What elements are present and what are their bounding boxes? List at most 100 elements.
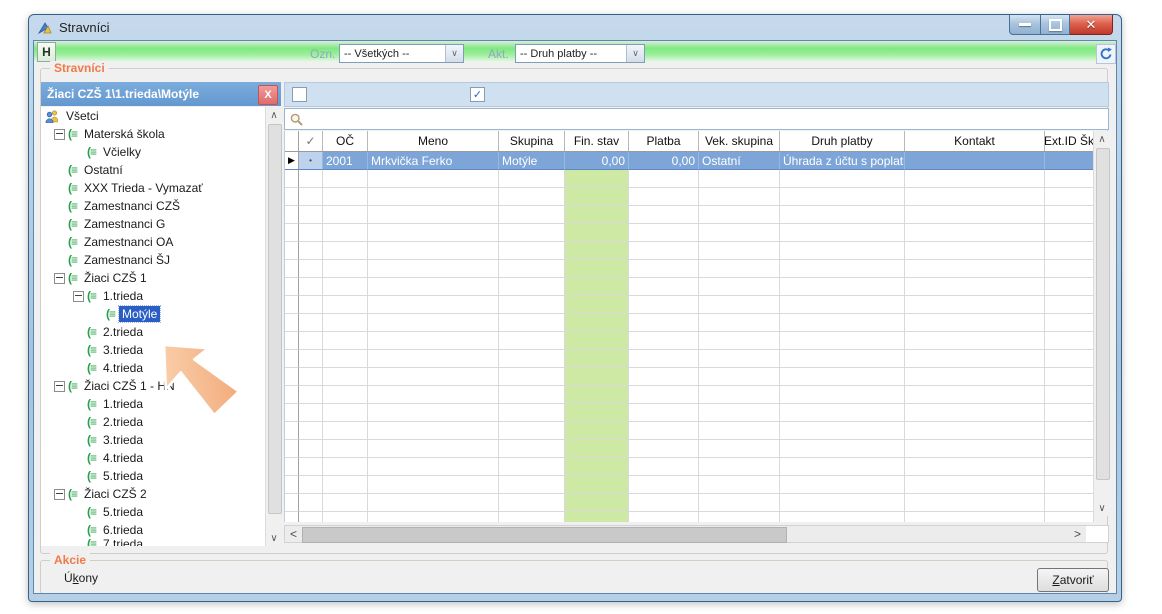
tree-item-label[interactable]: Zamestnanci G: [81, 216, 168, 232]
tree-item-2-trieda[interactable]: (≡2.trieda: [41, 323, 281, 341]
tree-item-label[interactable]: Žiaci CZŠ 2: [81, 486, 150, 502]
tree-item-label[interactable]: Včielky: [100, 144, 144, 160]
column-header-platba[interactable]: Platba: [629, 131, 699, 151]
tree-item-2-trieda[interactable]: (≡2.trieda: [41, 413, 281, 431]
tree-item-5-trieda[interactable]: (≡5.trieda: [41, 467, 281, 485]
column-header-fin_stav[interactable]: Fin. stav: [565, 131, 629, 151]
ukony-menu[interactable]: Úkony: [64, 571, 98, 585]
cell-platba[interactable]: 0,00: [629, 152, 699, 170]
zatvorit-button[interactable]: Zatvoriť: [1037, 568, 1109, 592]
column-header-skupina[interactable]: Skupina: [499, 131, 565, 151]
tree-item-6-trieda[interactable]: (≡6.trieda: [41, 521, 281, 539]
tree-item-label[interactable]: Zamestnanci ŠJ: [81, 252, 173, 268]
cell-vek_skupina[interactable]: Ostatní: [699, 152, 780, 170]
tree-item-ostatn[interactable]: (≡Ostatní: [41, 161, 281, 179]
tree-item-4-trieda[interactable]: (≡4.trieda: [41, 449, 281, 467]
tree-item-label[interactable]: 2.trieda: [100, 414, 146, 430]
tree-item-3-trieda[interactable]: (≡3.trieda: [41, 431, 281, 449]
tree-scroll-down-icon[interactable]: ∨: [266, 530, 282, 546]
tree-item-mot-le[interactable]: (≡Motýle: [41, 305, 281, 323]
table-row[interactable]: ▶•2001Mrkvička FerkoMotýle0,000,00Ostatn…: [285, 152, 1094, 170]
tree-item-label[interactable]: 7.trieda: [100, 539, 146, 546]
column-header-vek_skupina[interactable]: Vek. skupina: [699, 131, 780, 151]
grid-horizontal-scrollbar[interactable]: < >: [284, 525, 1109, 543]
tree-item-zamestnanci-g[interactable]: (≡Zamestnanci G: [41, 215, 281, 233]
tree-item-label[interactable]: Všetci: [63, 108, 102, 124]
tree-collapse-icon[interactable]: [73, 291, 84, 302]
tree-collapse-icon[interactable]: [54, 273, 65, 284]
tree-item-v-ielky[interactable]: (≡Včielky: [41, 143, 281, 161]
tree-item-4-trieda[interactable]: (≡4.trieda: [41, 359, 281, 377]
tree-item-label[interactable]: Zamestnanci CZŠ: [81, 198, 183, 214]
tree-scrollbar[interactable]: ∧ ∨: [265, 107, 282, 546]
payment-type-dropdown[interactable]: -- Druh platby -- ∨: [515, 44, 645, 63]
cell-skupina[interactable]: Motýle: [499, 152, 565, 170]
titlebar[interactable]: Stravníci ✕: [29, 15, 1121, 40]
minimize-button[interactable]: [1009, 15, 1041, 35]
cell-oc[interactable]: 2001: [323, 152, 368, 170]
tree-item-1-trieda[interactable]: (≡1.trieda: [41, 287, 281, 305]
tree-item-label[interactable]: Materská škola: [81, 126, 168, 142]
column-header-ext_id[interactable]: Ext.ID Šk: [1045, 131, 1094, 151]
grid-scroll-down-icon[interactable]: ∨: [1094, 500, 1110, 516]
tree-scroll-thumb[interactable]: [268, 124, 282, 514]
column-header-meno[interactable]: Meno: [368, 131, 499, 151]
grid-scroll-up-icon[interactable]: ∧: [1094, 131, 1110, 147]
grid-vscroll-thumb[interactable]: [1096, 148, 1110, 480]
tree-item-label[interactable]: Žiaci CZŠ 1 - HN: [81, 378, 178, 394]
clear-selection-button[interactable]: X: [258, 85, 278, 105]
tree-item-iaci-cz-1-hn[interactable]: (≡Žiaci CZŠ 1 - HN: [41, 377, 281, 395]
tree-scroll-up-icon[interactable]: ∧: [266, 107, 282, 123]
tree-item-zamestnanci-j[interactable]: (≡Zamestnanci ŠJ: [41, 251, 281, 269]
tree-item-label[interactable]: XXX Trieda - Vymazať: [81, 180, 206, 196]
cell-check[interactable]: •: [299, 152, 323, 170]
cell-marker[interactable]: ▶: [285, 152, 299, 170]
tree-item-label[interactable]: 3.trieda: [100, 342, 146, 358]
cell-meno[interactable]: Mrkvička Ferko: [368, 152, 499, 170]
grid-scroll-left-icon[interactable]: <: [285, 526, 302, 542]
refresh-button[interactable]: [1096, 44, 1116, 64]
column-header-oc[interactable]: OČ: [323, 131, 368, 151]
tree-item-7-trieda[interactable]: (≡7.trieda: [41, 539, 281, 546]
tree-item-1-trieda[interactable]: (≡1.trieda: [41, 395, 281, 413]
tree-item-label[interactable]: 1.trieda: [100, 288, 146, 304]
tree-item-matersk-kola[interactable]: (≡Materská škola: [41, 125, 281, 143]
grid-hscroll-thumb[interactable]: [302, 527, 787, 543]
tree-item-label[interactable]: 1.trieda: [100, 396, 146, 412]
tree-item-label[interactable]: Ostatní: [81, 162, 126, 178]
h-button[interactable]: H: [37, 42, 56, 62]
tree-item-v-etci[interactable]: Všetci: [41, 107, 281, 125]
cell-ext_id[interactable]: [1045, 152, 1094, 170]
column-header-check[interactable]: ✓: [299, 131, 323, 151]
column-header-kontakt[interactable]: Kontakt: [905, 131, 1045, 151]
tree-item-zamestnanci-oa[interactable]: (≡Zamestnanci OA: [41, 233, 281, 251]
tree-item-iaci-cz-1[interactable]: (≡Žiaci CZŠ 1: [41, 269, 281, 287]
tree-item-3-trieda[interactable]: (≡3.trieda: [41, 341, 281, 359]
column-header-druh_platby[interactable]: Druh platby: [780, 131, 905, 151]
tree-item-label[interactable]: Motýle: [119, 306, 160, 322]
cell-kontakt[interactable]: [905, 152, 1045, 170]
ozn-checkbox[interactable]: [292, 87, 307, 102]
akt-checkbox[interactable]: ✓: [470, 87, 485, 102]
tree-item-label[interactable]: 6.trieda: [100, 522, 146, 538]
tree-item-label[interactable]: 4.trieda: [100, 450, 146, 466]
tree-item-label[interactable]: Zamestnanci OA: [81, 234, 176, 250]
grid-scroll-right-icon[interactable]: >: [1069, 526, 1086, 542]
tree-item-label[interactable]: Žiaci CZŠ 1: [81, 270, 150, 286]
search-input[interactable]: [284, 108, 1109, 130]
tree-item-iaci-cz-2[interactable]: (≡Žiaci CZŠ 2: [41, 485, 281, 503]
maximize-button[interactable]: [1041, 15, 1070, 35]
tree-item-xxx-trieda-vymaza[interactable]: (≡XXX Trieda - Vymazať: [41, 179, 281, 197]
chevron-down-icon[interactable]: ∨: [626, 45, 644, 62]
grid-vertical-scrollbar[interactable]: ∧ ∨: [1093, 131, 1110, 516]
tree-item-label[interactable]: 5.trieda: [100, 504, 146, 520]
close-window-button[interactable]: ✕: [1070, 15, 1113, 35]
cell-fin_stav[interactable]: 0,00: [565, 152, 629, 170]
diners-grid[interactable]: ✓OČMenoSkupinaFin. stavPlatbaVek. skupin…: [284, 131, 1094, 522]
tree-item-zamestnanci-cz[interactable]: (≡Zamestnanci CZŠ: [41, 197, 281, 215]
tree-item-5-trieda[interactable]: (≡5.trieda: [41, 503, 281, 521]
chevron-down-icon[interactable]: ∨: [445, 45, 463, 62]
column-header-marker[interactable]: [285, 131, 299, 151]
tree-collapse-icon[interactable]: [54, 381, 65, 392]
cell-druh_platby[interactable]: Úhrada z účtu s poplatko: [780, 152, 905, 170]
